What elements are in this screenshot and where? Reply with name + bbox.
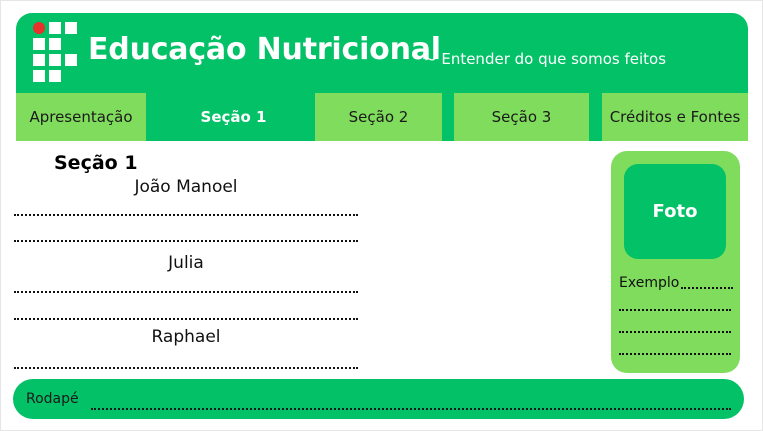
dotted-line — [681, 287, 733, 289]
nav-secao-1[interactable]: Seção 1 — [166, 93, 301, 141]
nav-creditos-e-fontes[interactable]: Créditos e Fontes — [602, 93, 748, 141]
logo-red-dot — [33, 22, 45, 34]
dotted-line — [14, 318, 358, 321]
site-subtitle: ~ Entender do que somos feitos — [424, 50, 667, 68]
nav-apresentacao[interactable]: Apresentação — [16, 93, 146, 141]
nav-secao-3[interactable]: Seção 3 — [454, 93, 589, 141]
dotted-line — [14, 291, 358, 294]
dotted-line — [14, 214, 358, 217]
dotted-line — [619, 353, 731, 355]
photo-sidebar: Foto Exemplo — [611, 151, 740, 373]
site-header: Educação Nutricional ~ Entender do que s… — [16, 13, 748, 91]
main-nav: Apresentação Seção 1 Seção 2 Seção 3 Cré… — [16, 91, 748, 141]
institution-grid-logo-icon — [33, 22, 77, 82]
nav-secao-2[interactable]: Seção 2 — [315, 93, 442, 141]
site-title: Educação Nutricional — [88, 32, 441, 67]
author-name: Raphael — [151, 327, 221, 347]
author-name: João Manoel — [134, 177, 238, 197]
dotted-line — [91, 408, 731, 410]
dotted-line — [619, 331, 731, 333]
dotted-line — [619, 309, 731, 311]
photo-placeholder: Foto — [624, 164, 726, 259]
example-text: Exemplo — [619, 275, 680, 291]
dotted-line — [14, 240, 358, 243]
footer-text: Rodapé — [26, 391, 79, 407]
site-footer: Rodapé — [13, 379, 744, 419]
author-name: Julia — [168, 253, 204, 273]
dotted-line — [14, 367, 358, 370]
section-title: Seção 1 — [54, 152, 138, 174]
